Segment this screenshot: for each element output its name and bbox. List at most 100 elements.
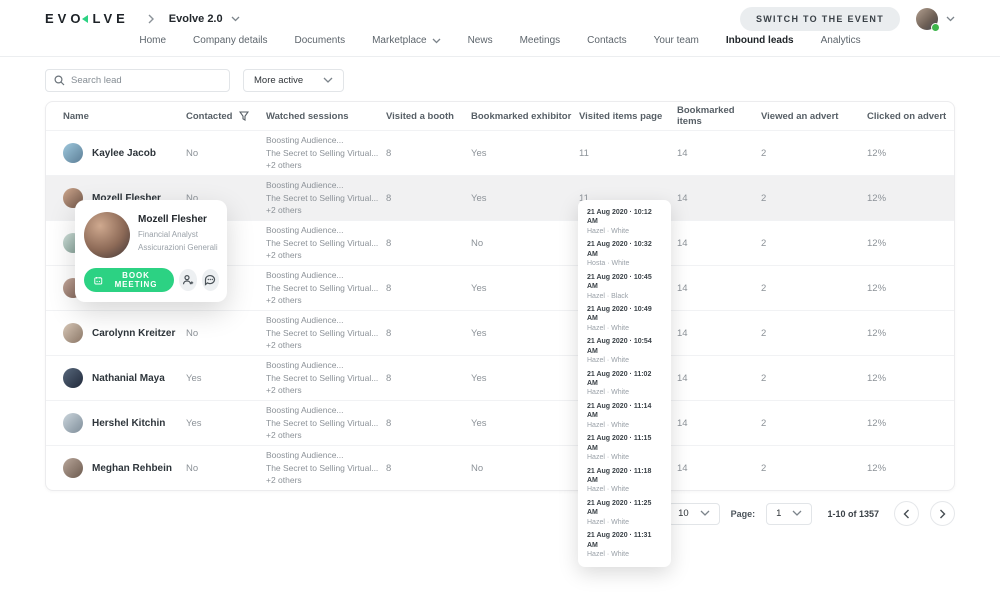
table-row[interactable]: Nathanial Maya Yes Boosting Audience...T… [46,355,954,400]
nav-item-label: News [468,35,493,46]
nav-item-label: Inbound leads [726,35,794,46]
nav-item[interactable]: Analytics [821,35,861,46]
tooltip-entry-session: Hosta · White [587,259,662,268]
visited-items-tooltip: 21 Aug 2020 · 10:12 AM Hazel · White 21 … [578,200,671,567]
event-selector[interactable]: Evolve 2.0 [169,13,240,25]
tooltip-entry: 21 Aug 2020 · 10:49 AM Hazel · White [587,305,662,333]
column-header-bookmarked-exhibitor: Bookmarked exhibitor [471,111,579,122]
viewed-advert-value: 2 [761,418,867,429]
tooltip-entry-session: Hazel · White [587,453,662,462]
activity-filter-value: More active [254,75,303,86]
lead-name: Carolynn Kreitzer [92,328,175,339]
search-input[interactable] [71,75,221,86]
tooltip-entry-session: Hazel · Black [587,292,662,301]
top-bar: EVO LVE Evolve 2.0 SWITCH TO THE EVENT H… [0,0,1000,57]
nav-item-label: Contacts [587,35,626,46]
clicked-advert-value: 12% [867,283,954,294]
nav-item[interactable]: Your team [654,35,699,46]
next-page-button[interactable] [930,501,955,526]
visited-booth-value: 8 [386,373,471,384]
calendar-icon [94,275,103,286]
logo-play-icon [82,15,88,23]
tooltip-entry-datetime: 21 Aug 2020 · 10:12 AM [587,208,662,227]
lead-name: Nathanial Maya [92,373,165,384]
book-meeting-button[interactable]: BOOK MEETING [84,268,174,292]
tooltip-entry-session: Hazel · White [587,324,662,333]
page-label: Page: [731,509,756,519]
visited-booth-value: 8 [386,418,471,429]
tooltip-entry-session: Hazel · White [587,550,662,559]
chevron-left-icon [903,509,910,519]
clicked-advert-value: 12% [867,148,954,159]
clicked-advert-value: 12% [867,238,954,249]
contacted-value: Yes [186,418,266,429]
tooltip-entry-datetime: 21 Aug 2020 · 11:02 AM [587,370,662,389]
popup-lead-role: Financial Analyst [138,229,218,242]
tooltip-entry: 21 Aug 2020 · 11:02 AM Hazel · White [587,370,662,398]
lead-name-cell: Nathanial Maya [46,368,186,388]
nav-item-label: Your team [654,35,699,46]
activity-filter-select[interactable]: More active [243,69,344,92]
visited-booth-value: 8 [386,283,471,294]
results-range: 1-10 of 1357 [827,509,879,519]
table-row[interactable]: Hershel Kitchin Yes Boosting Audience...… [46,400,954,445]
tooltip-entry-session: Hazel · White [587,518,662,527]
evolve-logo: EVO LVE [45,11,129,26]
clicked-advert-value: 12% [867,418,954,429]
lead-name: Kaylee Jacob [92,148,156,159]
lead-name-cell: Carolynn Kreitzer [46,323,186,343]
nav-item[interactable]: Contacts [587,35,626,46]
tooltip-entry-session: Hazel · White [587,227,662,236]
main-nav: Home Company details Documents Marketpla… [0,35,1000,46]
lead-avatar [63,458,83,478]
column-header-visited-items: Visited items page [579,111,677,122]
bookmarked-items-value: 14 [677,193,761,204]
nav-item[interactable]: Home [139,35,166,46]
logo-text-left: EVO [45,11,84,26]
clicked-advert-value: 12% [867,328,954,339]
nav-item[interactable]: News [468,35,493,46]
bookmarked-exhibitor-value: Yes [471,148,579,159]
visited-booth-value: 8 [386,193,471,204]
table-row[interactable]: Meghan Rehbein No Boosting Audience...Th… [46,445,954,490]
prev-page-button[interactable] [894,501,919,526]
switch-to-event-button[interactable]: SWITCH TO THE EVENT [740,7,900,31]
bookmarked-items-value: 14 [677,328,761,339]
nav-item-label: Company details [193,35,267,46]
nav-item[interactable]: Marketplace [372,35,440,46]
table-row[interactable]: Kaylee Jacob No Boosting Audience...The … [46,130,954,175]
add-contact-button[interactable] [179,269,196,291]
tooltip-entry-datetime: 21 Aug 2020 · 11:15 AM [587,434,662,453]
watched-sessions-value: Boosting Audience...The Secret to Sellin… [266,269,386,307]
nav-item[interactable]: Documents [295,35,346,46]
tooltip-entry-datetime: 21 Aug 2020 · 11:25 AM [587,499,662,518]
table-row[interactable]: Carolynn Kreitzer No Boosting Audience..… [46,310,954,355]
page-select[interactable]: 1 [766,503,812,525]
filter-icon[interactable] [239,111,249,121]
tooltip-entry: 21 Aug 2020 · 10:45 AM Hazel · Black [587,273,662,301]
bookmarked-items-value: 14 [677,148,761,159]
nav-item[interactable]: Meetings [520,35,561,46]
nav-item[interactable]: Inbound leads [726,35,794,46]
chat-icon [204,274,216,286]
avatar [916,8,938,30]
nav-item-label: Home [139,35,166,46]
bookmarked-exhibitor-value: Yes [471,328,579,339]
search-box[interactable] [45,69,230,92]
watched-sessions-value: Boosting Audience...The Secret to Sellin… [266,449,386,487]
lead-name: Hershel Kitchin [92,418,165,429]
nav-item[interactable]: Company details [193,35,267,46]
clicked-advert-value: 12% [867,193,954,204]
visited-booth-value: 8 [386,463,471,474]
contacted-value: No [186,328,266,339]
tooltip-entry-datetime: 21 Aug 2020 · 11:14 AM [587,402,662,421]
column-header-viewed-advert: Viewed an advert [761,111,867,122]
watched-sessions-value: Boosting Audience...The Secret to Sellin… [266,359,386,397]
per-page-select[interactable]: 10 [668,503,720,525]
account-menu[interactable] [916,8,955,30]
chat-button[interactable] [202,269,219,291]
bookmarked-items-value: 14 [677,238,761,249]
tooltip-entry: 21 Aug 2020 · 11:15 AM Hazel · White [587,434,662,462]
per-page-value: 10 [678,508,689,519]
tooltip-entry-datetime: 21 Aug 2020 · 10:45 AM [587,273,662,292]
